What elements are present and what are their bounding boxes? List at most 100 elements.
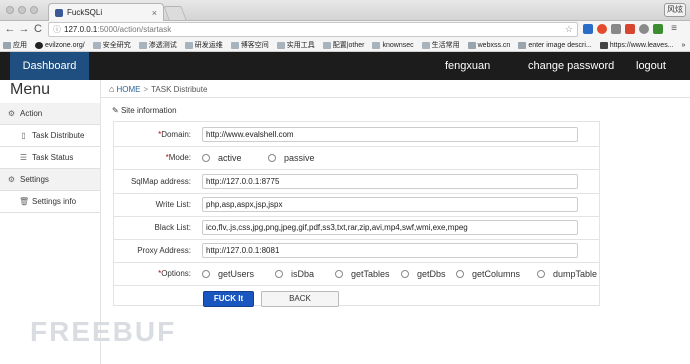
sidebar-item-settings-info[interactable]: 🗑 Settings info [0, 191, 100, 213]
bookmark-item[interactable]: https://www.leaves... [599, 41, 674, 49]
extension-icon[interactable] [583, 24, 593, 34]
folder-icon [184, 41, 193, 49]
folder-icon [322, 41, 331, 49]
form-row-black-list: Black List: ico,flv,.js,css,jpg,png,jpeg… [113, 217, 600, 239]
sidebar-menu-title: Menu [10, 81, 51, 98]
window-close-button[interactable] [6, 6, 14, 14]
tab-title: FuckSQLi [67, 8, 103, 17]
back-button[interactable]: BACK [261, 291, 339, 307]
black-list-label: Black List: [154, 223, 191, 232]
bookmark-item[interactable]: enter image descri... [518, 41, 592, 49]
breadcrumb-divider [100, 97, 690, 98]
browser-menu-icon[interactable]: ≡ [669, 24, 679, 34]
extension-icon[interactable] [611, 24, 621, 34]
change-password-link[interactable]: change password [528, 52, 614, 80]
black-list-input[interactable]: ico,flv,.js,css,jpg,png,jpeg,gif,pdf,ss3… [202, 220, 578, 235]
gear-icon: ⚙ [7, 175, 16, 184]
sidebar-section-action[interactable]: ⚙ Action [0, 103, 100, 125]
gear-icon: ⚙ [7, 109, 16, 118]
radio-icon [537, 270, 545, 278]
sqlmap-label: SqlMap address: [130, 177, 191, 186]
form-row-mode: *Mode: active passive [113, 147, 600, 169]
opera-extension-icon[interactable] [597, 24, 607, 34]
sidebar-item-task-distribute[interactable]: ▯ Task Distribute [0, 125, 100, 147]
page-icon [518, 41, 527, 49]
radio-icon [268, 154, 276, 162]
watermark-logo: FREEBUF [30, 316, 177, 347]
profile-button[interactable]: 风炫 [664, 3, 686, 17]
bookmark-item[interactable]: evilzone.org/ [35, 41, 85, 49]
username-link[interactable]: fengxuan [445, 52, 490, 80]
bookmarks-overflow[interactable]: » [682, 42, 686, 49]
bookmark-folder[interactable]: 安全研究 [92, 40, 131, 50]
sidebar-item-task-status[interactable]: ☰ Task Status [0, 147, 100, 169]
bookmark-folder[interactable]: 配置|other [322, 40, 364, 50]
dashboard-brand-link[interactable]: Dashboard [10, 52, 89, 80]
mode-active-radio[interactable]: active [202, 153, 242, 163]
folder-icon [230, 41, 239, 49]
write-list-label: Write List: [155, 200, 191, 209]
option-getdbs-radio[interactable]: getDbs [401, 269, 446, 279]
section-title: ✎ Site information [112, 106, 177, 115]
option-dumptable-radio[interactable]: dumpTable [537, 269, 597, 279]
option-getusers-radio[interactable]: getUsers [202, 269, 254, 279]
folder-icon [276, 41, 285, 49]
option-gettables-radio[interactable]: getTables [335, 269, 390, 279]
row-divider [113, 169, 600, 170]
breadcrumb-home-link[interactable]: HOME [116, 85, 140, 94]
reload-icon[interactable]: C [32, 22, 44, 36]
mode-passive-radio[interactable]: passive [268, 153, 315, 163]
form-row-sqlmap: SqlMap address: http://127.0.0.1:8775 [113, 171, 600, 193]
radio-icon [275, 270, 283, 278]
folder-icon [92, 41, 101, 49]
url-path: :5000/action/startask [97, 25, 172, 34]
bookmarks-bar: 应用 evilzone.org/ 安全研究 渗透测试 研发运维 博客空间 实用工… [0, 39, 690, 52]
form-row-proxy: Proxy Address: http://127.0.0.1:8081 [113, 240, 600, 262]
extension-icon[interactable] [625, 24, 635, 34]
write-list-input[interactable]: php,asp,aspx,jsp,jspx [202, 197, 578, 212]
domain-label: *Domain: [158, 130, 191, 139]
bookmark-star-icon[interactable]: ☆ [565, 24, 573, 35]
page-info-icon[interactable]: ⓘ [53, 24, 61, 35]
radio-icon [335, 270, 343, 278]
option-isdba-radio[interactable]: isDba [275, 269, 314, 279]
bookmark-folder[interactable]: 渗透测试 [138, 40, 177, 50]
trash-icon: 🗑 [19, 197, 30, 206]
apps-grid-icon [3, 41, 11, 49]
proxy-address-input[interactable]: http://127.0.0.1:8081 [202, 243, 578, 258]
sqlmap-address-input[interactable]: http://127.0.0.1:8775 [202, 174, 578, 189]
home-icon: ⌂ [109, 84, 115, 94]
bookmark-folder[interactable]: 实用工具 [276, 40, 315, 50]
bookmark-folder[interactable]: 博客空间 [230, 40, 269, 50]
folder-icon [138, 41, 147, 49]
bookmark-folder[interactable]: 研发运维 [184, 40, 223, 50]
folder-icon [372, 41, 381, 49]
radio-icon [202, 154, 210, 162]
extension-icon[interactable] [639, 24, 649, 34]
forward-arrow-icon[interactable]: → [18, 22, 30, 36]
domain-input[interactable]: http://www.evalshell.com [202, 127, 578, 142]
radio-icon [456, 270, 464, 278]
logout-link[interactable]: logout [636, 52, 666, 80]
folder-icon [421, 41, 430, 49]
browser-tab[interactable]: FuckSQLi × [48, 3, 164, 21]
breadcrumb-current: TASK Distribute [151, 84, 208, 94]
option-getcolumns-radio[interactable]: getColumns [456, 269, 520, 279]
bookmark-folder[interactable]: 生活常用 [421, 40, 460, 50]
breadcrumb-separator: > [143, 84, 149, 94]
tab-close-icon[interactable]: × [152, 8, 157, 18]
submit-button[interactable]: FUCK It [203, 291, 254, 307]
bookmark-apps[interactable]: 应用 [3, 40, 27, 50]
sidebar-section-settings[interactable]: ⚙ Settings [0, 169, 100, 191]
tab-favicon-icon [55, 8, 63, 17]
options-label: *Options: [158, 269, 191, 278]
document-icon: ▯ [21, 131, 26, 140]
bookmark-folder[interactable]: knownsec [372, 41, 414, 49]
proxy-label: Proxy Address: [137, 246, 191, 255]
bookmark-item[interactable]: webxss.cn [467, 41, 510, 49]
extension-icon[interactable] [653, 24, 663, 34]
window-minimize-button[interactable] [18, 6, 26, 14]
address-bar[interactable]: ⓘ 127.0.0.1 :5000/action/startask ☆ [48, 22, 578, 37]
window-zoom-button[interactable] [30, 6, 38, 14]
back-arrow-icon[interactable]: ← [4, 22, 16, 36]
